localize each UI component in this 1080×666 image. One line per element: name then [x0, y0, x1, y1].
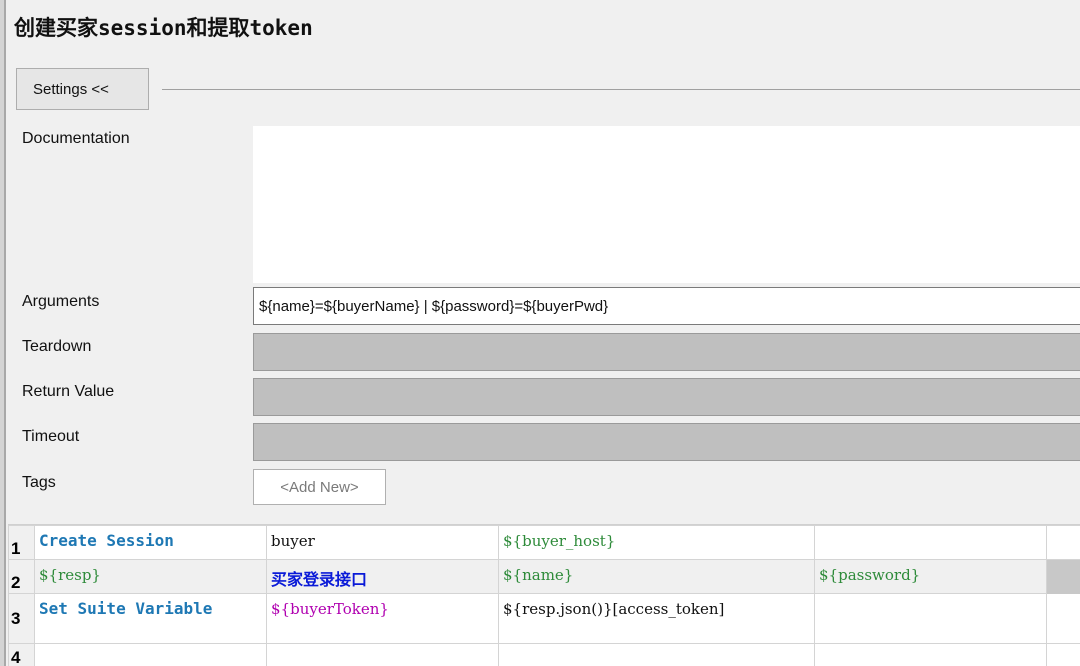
- grid-cell[interactable]: Set Suite Variable: [34, 593, 267, 644]
- table-row: 2 ${resp} 买家登录接口 ${name} ${password}: [8, 559, 1080, 594]
- timeout-label: Timeout: [22, 428, 80, 445]
- test-steps-grid: 1 Create Session buyer ${buyer_host} 2 $…: [8, 524, 1080, 666]
- page-title: 创建买家session和提取token: [14, 16, 313, 40]
- table-row: 4: [8, 643, 1080, 666]
- tags-label: Tags: [22, 474, 56, 491]
- grid-cell[interactable]: ${buyer_host}: [498, 525, 815, 560]
- grid-scroll-indicator[interactable]: [1046, 559, 1080, 594]
- arguments-field[interactable]: ${name}=${buyerName} | ${password}=${buy…: [253, 287, 1080, 325]
- grid-cell[interactable]: [1046, 525, 1080, 560]
- row-number[interactable]: 3: [8, 593, 35, 644]
- grid-cell[interactable]: [814, 525, 1047, 560]
- grid-cell[interactable]: Create Session: [34, 525, 267, 560]
- documentation-field[interactable]: [253, 126, 1080, 283]
- grid-cell[interactable]: ${password}: [814, 559, 1047, 594]
- grid-cell[interactable]: [34, 643, 267, 666]
- grid-cell[interactable]: [814, 643, 1047, 666]
- grid-cell[interactable]: ${resp}: [34, 559, 267, 594]
- grid-cell[interactable]: [498, 643, 815, 666]
- row-number[interactable]: 4: [8, 643, 35, 666]
- grid-cell[interactable]: ${name}: [498, 559, 815, 594]
- return-value-label: Return Value: [22, 383, 115, 400]
- return-value-field[interactable]: [253, 378, 1080, 416]
- documentation-label: Documentation: [22, 130, 130, 147]
- grid-cell[interactable]: 买家登录接口: [266, 559, 499, 594]
- row-number[interactable]: 2: [8, 559, 35, 594]
- table-row: 1 Create Session buyer ${buyer_host}: [8, 525, 1080, 560]
- grid-cell[interactable]: ${buyerToken}: [266, 593, 499, 644]
- settings-divider: [162, 89, 1080, 90]
- teardown-label: Teardown: [22, 338, 92, 355]
- tags-add-new-button[interactable]: <Add New>: [253, 469, 386, 505]
- grid-cell[interactable]: [814, 593, 1047, 644]
- timeout-field[interactable]: [253, 423, 1080, 461]
- teardown-field[interactable]: [253, 333, 1080, 371]
- left-panel-edge: [0, 0, 6, 666]
- grid-cell[interactable]: [266, 643, 499, 666]
- grid-cell[interactable]: [1046, 643, 1080, 666]
- row-number[interactable]: 1: [8, 525, 35, 560]
- grid-cell[interactable]: [1046, 593, 1080, 644]
- arguments-label: Arguments: [22, 293, 100, 310]
- grid-cell[interactable]: buyer: [266, 525, 499, 560]
- settings-toggle-button[interactable]: Settings <<: [16, 68, 149, 110]
- grid-cell[interactable]: ${resp.json()}[access_token]: [498, 593, 815, 644]
- table-row: 3 Set Suite Variable ${buyerToken} ${res…: [8, 593, 1080, 644]
